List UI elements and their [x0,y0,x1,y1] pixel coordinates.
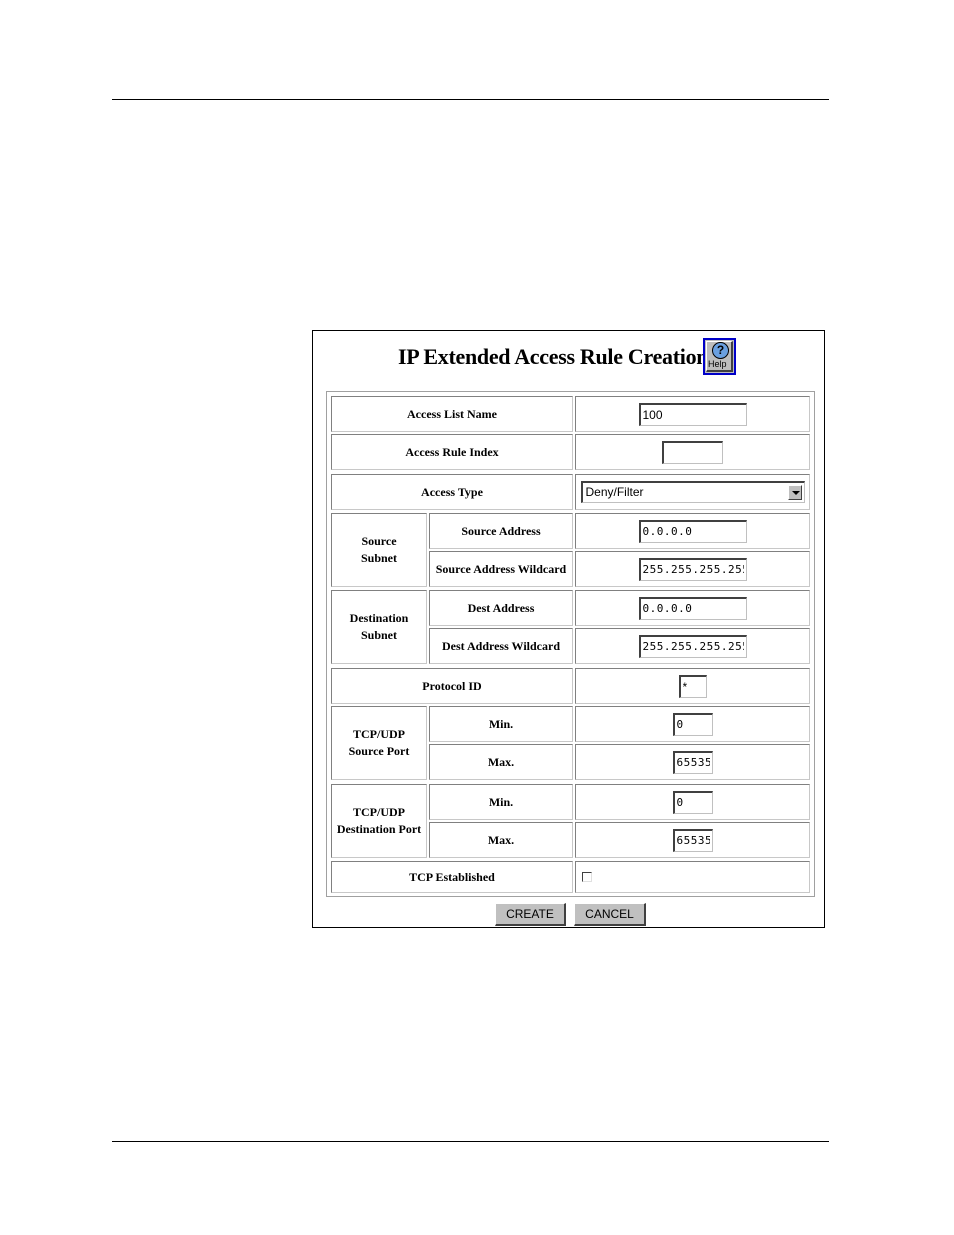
access-type-cell: Deny/Filter [575,474,810,510]
source-address-label: Source Address [429,513,573,549]
source-port-min-cell [575,706,810,742]
destination-port-group-label: TCP/UDP Destination Port [331,784,427,858]
dest-port-max-input[interactable] [672,828,713,852]
access-type-label: Access Type [331,474,573,510]
source-subnet-label-line1: Source [361,534,397,548]
access-list-name-label-text: Access List Name [407,406,497,421]
source-port-label-line2: Source Port [348,744,410,758]
source-port-max-label-text: Max. [487,754,515,769]
source-port-group-label: TCP/UDP Source Port [331,706,427,780]
source-port-min-input[interactable] [672,712,713,736]
source-address-input[interactable] [638,519,747,543]
source-address-cell [575,513,810,549]
source-port-min-label-text: Min. [488,716,514,731]
help-button[interactable]: ? Help [703,338,736,375]
page-header-rule [112,99,829,100]
dest-port-min-input[interactable] [672,790,713,814]
form-title: IP Extended Access Rule Creation [398,344,709,369]
help-icon: ? [712,342,729,359]
destination-port-label-line1: TCP/UDP [353,805,405,819]
tcp-established-label-text: TCP Established [409,869,495,884]
dest-port-min-label-text: Min. [488,794,514,809]
source-wildcard-input[interactable] [638,557,747,581]
source-port-max-cell [575,744,810,780]
protocol-id-cell [575,668,810,704]
dest-address-cell [575,590,810,626]
tcp-established-label: TCP Established [331,861,573,893]
access-rule-index-label: Access Rule Index [331,434,573,470]
source-address-label-text: Source Address [461,523,541,538]
page-footer-rule [112,1141,829,1142]
tcp-established-checkbox[interactable] [582,872,592,882]
protocol-id-input[interactable] [678,674,707,698]
form-header: IP Extended Access Rule Creation ? Help [313,335,824,377]
access-list-name-label: Access List Name [331,396,573,432]
dest-wildcard-input[interactable] [638,634,747,658]
source-port-label-line1: TCP/UDP [353,727,405,741]
dest-wildcard-cell [575,628,810,664]
dest-address-label: Dest Address [429,590,573,626]
dest-address-input[interactable] [638,596,747,620]
destination-subnet-group-label: Destination Subnet [331,590,427,664]
access-rule-index-label-text: Access Rule Index [405,444,499,459]
dest-port-max-cell [575,822,810,858]
protocol-id-label: Protocol ID [331,668,573,704]
dropdown-arrow-icon[interactable] [787,485,802,500]
dest-port-max-label-text: Max. [487,832,515,847]
dest-port-max-label: Max. [429,822,573,858]
access-type-selected-value: Deny/Filter [585,485,644,499]
access-type-select[interactable]: Deny/Filter [580,481,805,503]
dest-wildcard-label-text: Dest Address Wildcard [441,638,561,653]
access-list-name-cell [575,396,810,432]
protocol-id-label-text: Protocol ID [422,678,482,693]
access-rule-index-cell [575,434,810,470]
help-label: Help [708,359,727,369]
source-subnet-label-line2: Subnet [360,551,398,565]
create-button[interactable]: CREATE [495,903,566,926]
source-port-max-label: Max. [429,744,573,780]
source-port-min-label: Min. [429,706,573,742]
source-wildcard-label-text: Source Address Wildcard [435,561,567,576]
dest-port-min-label: Min. [429,784,573,820]
source-wildcard-cell [575,551,810,587]
dest-port-min-cell [575,784,810,820]
source-port-max-input[interactable] [672,750,713,774]
dest-wildcard-label: Dest Address Wildcard [429,628,573,664]
form-table: Access List Name Access Rule Index Acces… [326,391,815,897]
access-rule-form-window: IP Extended Access Rule Creation ? Help … [312,330,825,928]
destination-subnet-label-line1: Destination [349,611,409,625]
tcp-established-cell [575,861,810,893]
access-type-label-text: Access Type [421,484,483,499]
source-wildcard-label: Source Address Wildcard [429,551,573,587]
access-rule-index-input[interactable] [662,440,723,464]
source-subnet-group-label: Source Subnet [331,513,427,587]
cancel-button[interactable]: CANCEL [574,903,646,926]
access-list-name-input[interactable] [638,402,747,426]
destination-port-label-line2: Destination Port [336,822,422,836]
dest-address-label-text: Dest Address [467,600,535,615]
destination-subnet-label-line2: Subnet [360,628,398,642]
